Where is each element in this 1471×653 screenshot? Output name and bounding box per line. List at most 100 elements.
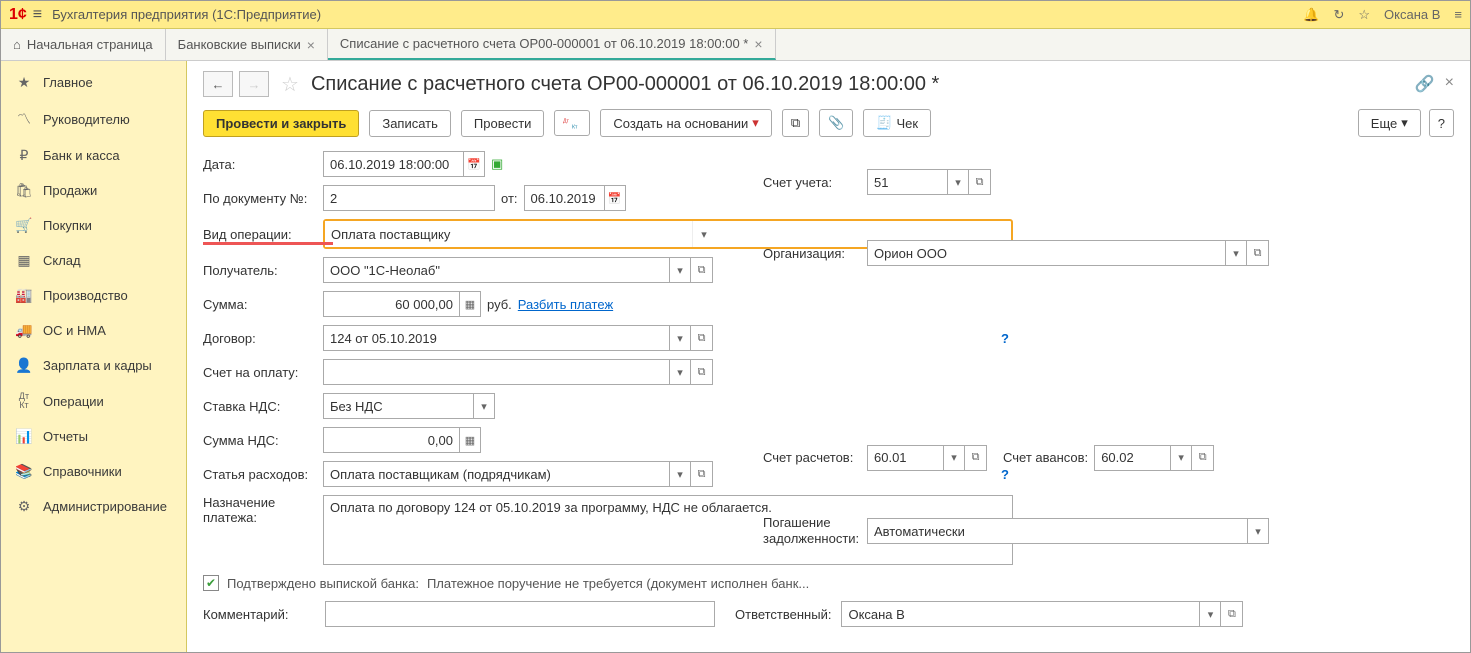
history-icon[interactable]: ↻: [1333, 7, 1344, 23]
svg-text:Кт: Кт: [572, 124, 578, 130]
dropdown-icon[interactable]: ▾: [1225, 240, 1247, 266]
open-icon[interactable]: ⧉: [691, 359, 713, 385]
dropdown-icon[interactable]: ▾: [1247, 518, 1269, 544]
factory-icon: 🏭: [15, 287, 33, 304]
advance-acct-input[interactable]: [1094, 445, 1170, 471]
close-icon[interactable]: ×: [754, 36, 762, 52]
docdate-input[interactable]: [524, 185, 604, 211]
calc-icon[interactable]: ▦: [459, 427, 481, 453]
label-docdate: от:: [501, 191, 518, 206]
label-recipient: Получатель:: [203, 263, 319, 278]
link-icon[interactable]: 🔗: [1415, 74, 1435, 94]
dtkt-icon: ДтКт: [15, 392, 33, 410]
docnum-input[interactable]: [323, 185, 495, 211]
hamburger-icon[interactable]: ≡: [33, 6, 42, 24]
close-panel-icon[interactable]: ×: [1445, 74, 1454, 94]
help-button[interactable]: ?: [1429, 109, 1454, 137]
label-vat-sum: Сумма НДС:: [203, 433, 319, 448]
sidebar-item-main[interactable]: ★Главное: [1, 65, 186, 100]
save-button[interactable]: Записать: [369, 110, 451, 137]
sidebar-item-catalogs[interactable]: 📚Справочники: [1, 454, 186, 489]
comment-input[interactable]: [325, 601, 715, 627]
open-icon[interactable]: ⧉: [691, 257, 713, 283]
sidebar-item-purchases[interactable]: 🛒Покупки: [1, 208, 186, 243]
person-icon: 👤: [15, 357, 33, 374]
dropdown-icon[interactable]: ▾: [669, 359, 691, 385]
more-button[interactable]: Еще ▾: [1358, 109, 1421, 137]
vat-sum-input[interactable]: [323, 427, 459, 453]
sidebar-item-manager[interactable]: 〽Руководителю: [1, 100, 186, 138]
dropdown-icon[interactable]: ▾: [1199, 601, 1221, 627]
optype-input[interactable]: [325, 221, 693, 247]
post-close-button[interactable]: Провести и закрыть: [203, 110, 359, 137]
attach-button[interactable]: 📎: [819, 109, 853, 137]
sidebar-item-admin[interactable]: ⚙Администрирование: [1, 489, 186, 524]
dropdown-icon[interactable]: ▾: [473, 393, 495, 419]
open-icon[interactable]: ⧉: [965, 445, 987, 471]
page-title: Списание с расчетного счета ОР00-000001 …: [311, 73, 939, 96]
dropdown-icon[interactable]: ▾: [1170, 445, 1192, 471]
responsible-input[interactable]: [841, 601, 1199, 627]
debt-input[interactable]: [867, 518, 1247, 544]
recipient-input[interactable]: [323, 257, 669, 283]
structure-button[interactable]: ⧉: [782, 109, 809, 137]
dtkt-button[interactable]: ДтКт: [554, 110, 590, 136]
contract-input[interactable]: [323, 325, 669, 351]
open-icon[interactable]: ⧉: [691, 325, 713, 351]
tab-writeoff[interactable]: Списание с расчетного счета ОР00-000001 …: [328, 29, 776, 60]
tab-bank-statements[interactable]: Банковские выписки ×: [166, 29, 328, 60]
favorite-icon[interactable]: ☆: [281, 72, 299, 97]
close-icon[interactable]: ×: [307, 37, 315, 53]
sidebar-item-bank[interactable]: ₽Банк и касса: [1, 138, 186, 173]
bell-icon[interactable]: 🔔: [1303, 7, 1319, 23]
flag-icon[interactable]: ▣: [491, 156, 503, 172]
sidebar-item-sales[interactable]: 🛍Продажи: [1, 173, 186, 208]
open-icon[interactable]: ⧉: [969, 169, 991, 195]
expense-input[interactable]: [323, 461, 669, 487]
dropdown-icon[interactable]: ▾: [669, 325, 691, 351]
label-contract: Договор:: [203, 331, 319, 346]
settle-acct-input[interactable]: [867, 445, 943, 471]
sidebar-item-reports[interactable]: 📊Отчеты: [1, 419, 186, 454]
user-name[interactable]: Оксана В: [1384, 7, 1440, 22]
sidebar-item-warehouse[interactable]: ▦Склад: [1, 243, 186, 278]
date-input[interactable]: [323, 151, 463, 177]
confirmed-checkbox[interactable]: ✔: [203, 575, 219, 591]
split-payment-link[interactable]: Разбить платеж: [518, 297, 613, 312]
invoice-input[interactable]: [323, 359, 669, 385]
open-icon[interactable]: ⧉: [1192, 445, 1214, 471]
sidebar-item-production[interactable]: 🏭Производство: [1, 278, 186, 313]
calendar-icon[interactable]: 📅: [463, 151, 485, 177]
check-button[interactable]: 🧾 Чек: [863, 109, 931, 137]
post-button[interactable]: Провести: [461, 110, 545, 137]
open-icon[interactable]: ⧉: [1247, 240, 1269, 266]
label-date: Дата:: [203, 157, 319, 172]
dropdown-icon[interactable]: ▾: [669, 461, 691, 487]
calendar-icon[interactable]: 📅: [604, 185, 626, 211]
toolbar: Провести и закрыть Записать Провести ДтК…: [203, 109, 1454, 137]
back-button[interactable]: ←: [203, 71, 233, 97]
sum-input[interactable]: [323, 291, 459, 317]
sidebar: ★Главное 〽Руководителю ₽Банк и касса 🛍Пр…: [1, 61, 187, 652]
forward-button[interactable]: →: [239, 71, 269, 97]
calc-icon[interactable]: ▦: [459, 291, 481, 317]
books-icon: 📚: [15, 463, 33, 480]
open-icon[interactable]: ⧉: [1221, 601, 1243, 627]
dropdown-icon[interactable]: ▾: [669, 257, 691, 283]
sidebar-item-operations[interactable]: ДтКтОперации: [1, 383, 186, 419]
dropdown-icon[interactable]: ▾: [947, 169, 969, 195]
org-input[interactable]: [867, 240, 1225, 266]
sidebar-item-assets[interactable]: 🚚ОС и НМА: [1, 313, 186, 348]
dropdown-icon[interactable]: ▾: [943, 445, 965, 471]
ruble-icon: ₽: [15, 147, 33, 164]
acct-input[interactable]: [867, 169, 947, 195]
create-based-button[interactable]: Создать на основании ▾: [600, 109, 771, 137]
label-responsible: Ответственный:: [735, 607, 831, 622]
star-icon[interactable]: ☆: [1358, 7, 1370, 23]
vat-rate-input[interactable]: [323, 393, 473, 419]
user-menu-icon[interactable]: ≡: [1454, 7, 1462, 22]
dropdown-icon[interactable]: ▾: [693, 221, 715, 247]
tab-home[interactable]: ⌂ Начальная страница: [1, 29, 166, 60]
open-icon[interactable]: ⧉: [691, 461, 713, 487]
sidebar-item-salary[interactable]: 👤Зарплата и кадры: [1, 348, 186, 383]
